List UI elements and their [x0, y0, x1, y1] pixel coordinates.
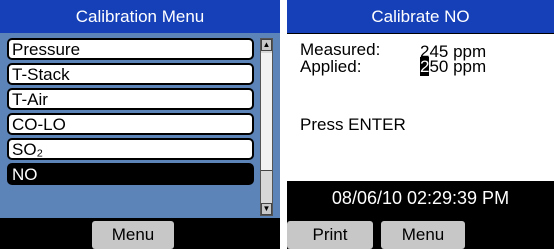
menu-item-co-lo[interactable]: CO-LO: [7, 113, 254, 135]
scrollbar-thumb[interactable]: [261, 53, 272, 171]
menu-scrollbar[interactable]: ▲ ▼: [260, 38, 273, 216]
menu-softkey[interactable]: Menu: [92, 221, 174, 249]
datetime-display: 08/06/10 02:29:39 PM: [331, 187, 510, 208]
calibrate-no-title: Calibrate NO: [287, 0, 554, 34]
menu-item-t-air[interactable]: T-Air: [7, 88, 254, 110]
calibration-content: Measured: 245 ppm Applied: 250 ppm Press…: [287, 34, 554, 181]
calibrate-no-screen: Calibrate NO Measured: 245 ppm Applied: …: [287, 0, 554, 249]
menu-item-no[interactable]: NO: [7, 163, 254, 185]
scroll-up-arrow-icon[interactable]: ▲: [261, 39, 272, 51]
press-enter-prompt: Press ENTER: [300, 115, 406, 134]
applied-value-field[interactable]: 250 ppm: [420, 57, 487, 76]
applied-label: Applied:: [300, 57, 362, 76]
calibration-menu-screen: Calibration Menu Pressure T-Stack T-Air …: [0, 0, 280, 249]
left-softkey-bar: Menu: [0, 218, 280, 249]
menu-item-so2[interactable]: SO₂: [7, 138, 254, 160]
right-softkey-bar: Print Menu: [287, 218, 554, 249]
menu-item-pressure[interactable]: Pressure: [7, 38, 254, 60]
menu-item-t-stack[interactable]: T-Stack: [7, 63, 254, 85]
applied-value-rest: 50 ppm: [429, 57, 487, 76]
print-softkey[interactable]: Print: [287, 221, 373, 249]
calibration-menu-list: Pressure T-Stack T-Air CO-LO SO₂ NO ▲ ▼: [0, 33, 280, 218]
calibration-menu-title: Calibration Menu: [0, 0, 280, 34]
menu-softkey-right[interactable]: Menu: [381, 221, 465, 249]
scroll-down-arrow-icon[interactable]: ▼: [261, 203, 272, 215]
